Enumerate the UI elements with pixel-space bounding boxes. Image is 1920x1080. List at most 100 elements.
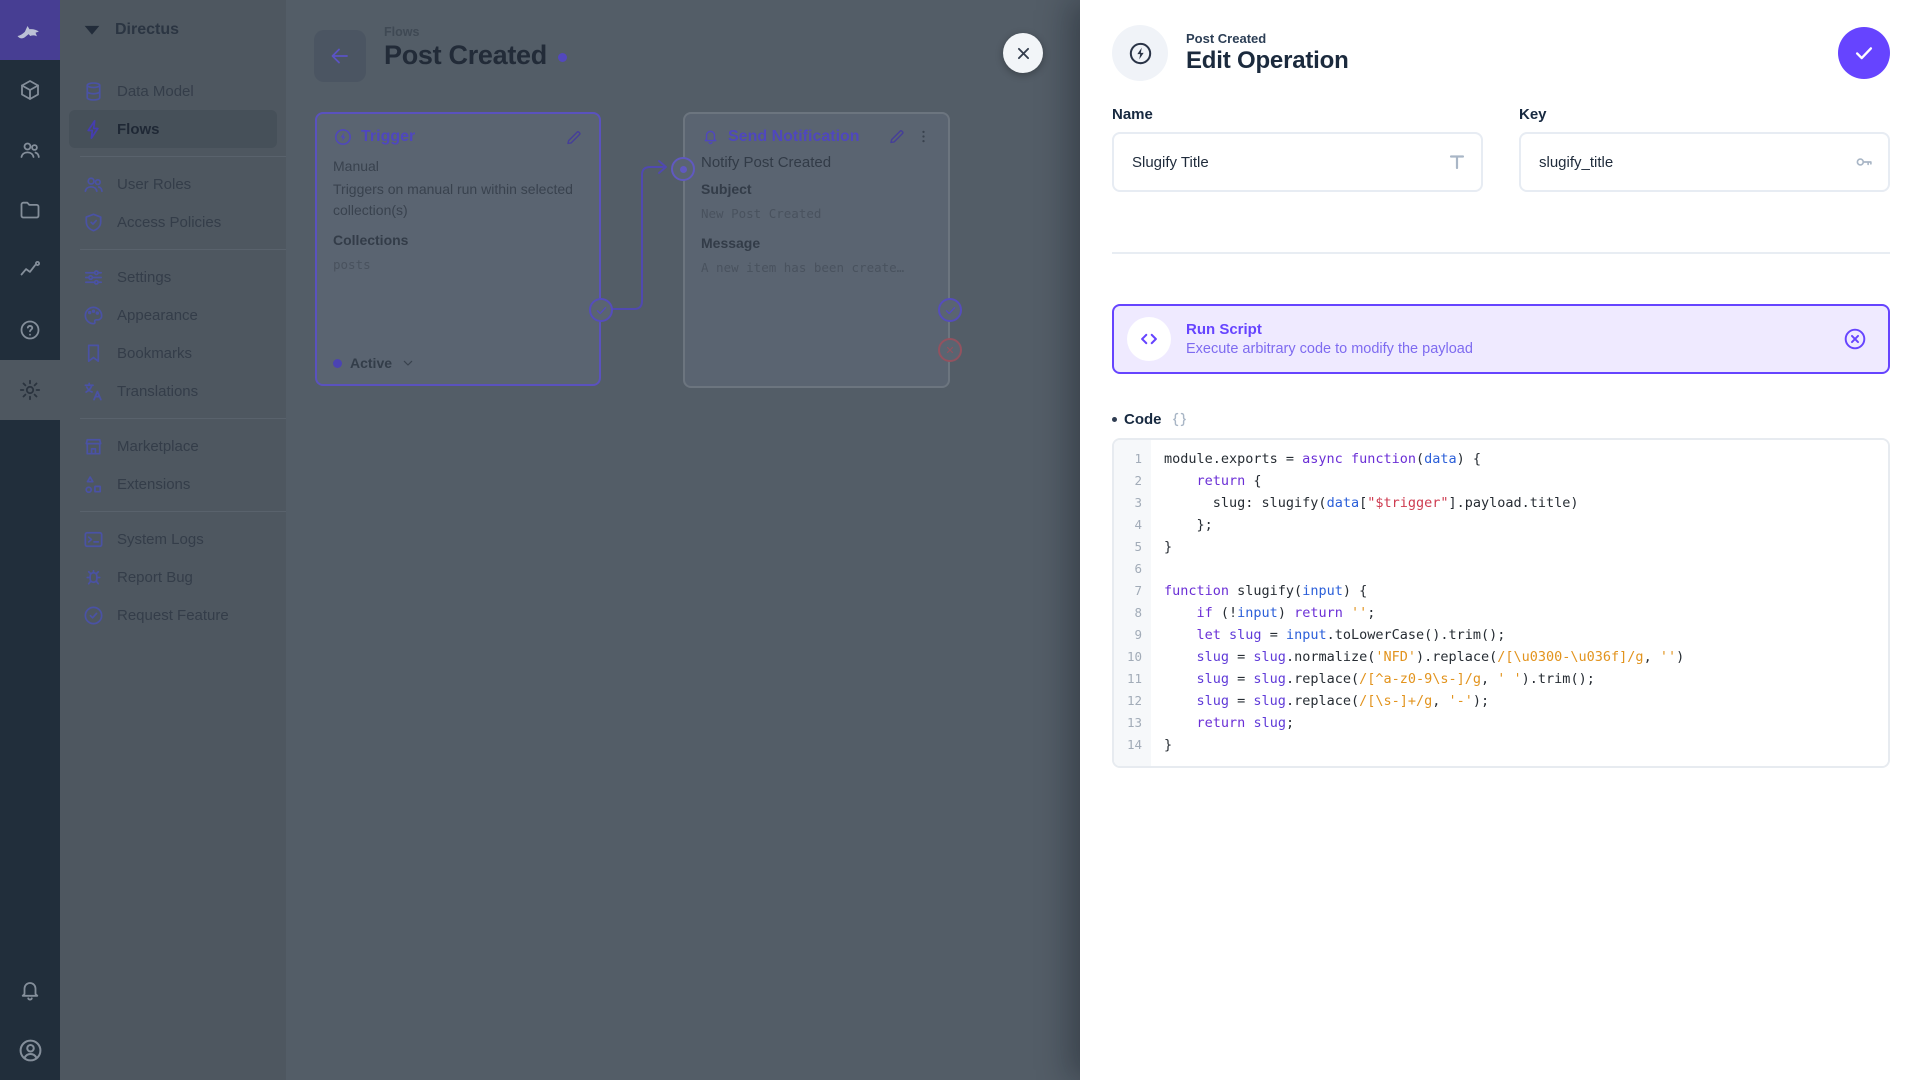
sidebar-item-label: Data Model bbox=[117, 83, 194, 100]
module-bar bbox=[0, 0, 60, 1080]
docs-module[interactable] bbox=[0, 300, 60, 360]
sidebar-item-settings[interactable]: Settings bbox=[69, 258, 277, 296]
module-bar-spacer bbox=[0, 420, 60, 960]
drawer-cancel-button[interactable] bbox=[1003, 33, 1043, 73]
sidebar-item-appearance[interactable]: Appearance bbox=[69, 296, 277, 334]
user-menu-button[interactable] bbox=[0, 1020, 60, 1080]
sidebar-item-label: Request Feature bbox=[117, 607, 229, 624]
sidebar-item-extensions[interactable]: Extensions bbox=[69, 465, 277, 503]
sidebar-item-label: Appearance bbox=[117, 307, 198, 324]
nav-divider bbox=[80, 418, 286, 419]
sidebar-item-marketplace[interactable]: Marketplace bbox=[69, 427, 277, 465]
terminal-icon bbox=[82, 528, 105, 551]
sidebar-item-data-model[interactable]: Data Model bbox=[69, 72, 277, 110]
sidebar-item-request-feature[interactable]: Request Feature bbox=[69, 596, 277, 634]
sidebar-item-translations[interactable]: Translations bbox=[69, 372, 277, 410]
deselect-operation-icon[interactable] bbox=[1842, 326, 1868, 352]
code-line: let slug = input.toLowerCase().trim(); bbox=[1164, 624, 1888, 646]
sidebar-item-label: Settings bbox=[117, 269, 171, 286]
code-brackets-icon bbox=[1138, 328, 1160, 350]
sidebar-item-report-bug[interactable]: Report Bug bbox=[69, 558, 277, 596]
palette-icon bbox=[82, 304, 105, 327]
key-label: Key bbox=[1519, 106, 1890, 123]
name-field: Name bbox=[1112, 106, 1483, 192]
navigation-sidebar: Directus Data Model Flows User Roles Access… bbox=[60, 0, 286, 1080]
sidebar-item-label: Report Bug bbox=[117, 569, 193, 586]
sidebar-item-bookmarks[interactable]: Bookmarks bbox=[69, 334, 277, 372]
directus-logo[interactable] bbox=[0, 0, 60, 60]
save-button[interactable] bbox=[1838, 27, 1890, 79]
content-module[interactable] bbox=[0, 60, 60, 120]
insights-module[interactable] bbox=[0, 240, 60, 300]
trigger-description: Triggers on manual run within selected c… bbox=[333, 179, 583, 221]
sidebar-item-label: Access Policies bbox=[117, 214, 221, 231]
collections-label: Collections bbox=[333, 230, 583, 251]
operation-reject-port[interactable] bbox=[938, 338, 962, 362]
operation-name: Notify Post Created bbox=[701, 152, 932, 173]
settings-module[interactable] bbox=[0, 360, 60, 420]
code-line: slug = slug.normalize('NFD').replace(/[\… bbox=[1164, 646, 1888, 668]
user-roles-icon bbox=[82, 173, 105, 196]
sidebar-item-label: Marketplace bbox=[117, 438, 199, 455]
drawer-breadcrumb: Post Created bbox=[1186, 31, 1349, 46]
code-content[interactable]: module.exports = async function(data) { … bbox=[1151, 440, 1888, 766]
section-divider bbox=[1112, 252, 1890, 254]
breadcrumb[interactable]: Flows bbox=[384, 25, 419, 39]
operation-input-port[interactable] bbox=[671, 157, 695, 181]
operation-menu-icon[interactable] bbox=[915, 128, 932, 145]
operation-panel[interactable]: Send Notification Notify Post Created Su… bbox=[683, 112, 950, 388]
message-value: A new item has been create… bbox=[701, 257, 932, 278]
drawer-title: Edit Operation bbox=[1186, 47, 1349, 75]
name-input[interactable] bbox=[1112, 132, 1483, 192]
operation-resolve-port[interactable] bbox=[938, 298, 962, 322]
notifications-button[interactable] bbox=[0, 960, 60, 1020]
extensions-icon bbox=[82, 473, 105, 496]
sidebar-item-flows[interactable]: Flows bbox=[69, 110, 277, 148]
edit-operation-icon[interactable] bbox=[887, 127, 906, 146]
bug-icon bbox=[82, 566, 105, 589]
people-icon bbox=[18, 138, 42, 162]
status-dot bbox=[333, 359, 342, 368]
x-icon bbox=[944, 344, 956, 356]
trigger-panel[interactable]: Trigger Manual Triggers on manual run wi… bbox=[315, 112, 601, 386]
raw-value-icon bbox=[1170, 410, 1189, 429]
code-editor[interactable]: 1234567891011121314 module.exports = asy… bbox=[1112, 438, 1890, 768]
collections-value: posts bbox=[333, 254, 583, 275]
users-module[interactable] bbox=[0, 120, 60, 180]
code-line: slug = slug.replace(/[^a-z0-9\s-]/g, ' '… bbox=[1164, 668, 1888, 690]
database-icon bbox=[82, 80, 105, 103]
help-icon bbox=[18, 318, 42, 342]
sidebar-item-label: Flows bbox=[117, 121, 160, 138]
project-header[interactable]: Directus bbox=[60, 0, 286, 60]
message-label: Message bbox=[701, 233, 932, 254]
insights-icon bbox=[18, 258, 42, 282]
box-icon bbox=[18, 78, 42, 102]
drawer-header: Post Created Edit Operation bbox=[1112, 24, 1890, 82]
code-line: }; bbox=[1164, 514, 1888, 536]
check-icon bbox=[1853, 42, 1875, 64]
operation-type-chip bbox=[1112, 25, 1168, 81]
operation-type-card[interactable]: Run Script Execute arbitrary code to mod… bbox=[1112, 304, 1890, 374]
nav-divider bbox=[80, 511, 286, 512]
back-button[interactable] bbox=[314, 30, 366, 82]
edit-trigger-icon[interactable] bbox=[564, 128, 583, 147]
sidebar-item-system-logs[interactable]: System Logs bbox=[69, 520, 277, 558]
trigger-type: Manual bbox=[333, 156, 583, 177]
sidebar-item-label: Bookmarks bbox=[117, 345, 192, 362]
trigger-resolve-port[interactable] bbox=[589, 298, 613, 322]
code-line: if (!input) return ''; bbox=[1164, 602, 1888, 624]
sidebar-item-user-roles[interactable]: User Roles bbox=[69, 165, 277, 203]
chevron-down-icon bbox=[400, 355, 416, 371]
bolt-icon bbox=[82, 118, 105, 141]
name-label: Name bbox=[1112, 106, 1483, 123]
sidebar-item-label: User Roles bbox=[117, 176, 191, 193]
code-icon-circle bbox=[1127, 317, 1171, 361]
files-module[interactable] bbox=[0, 180, 60, 240]
flow-status-toggle[interactable]: Active bbox=[333, 355, 416, 371]
rabbit-logo-icon bbox=[15, 15, 45, 45]
key-icon bbox=[1853, 151, 1875, 173]
nav-divider bbox=[80, 156, 286, 157]
key-input[interactable] bbox=[1519, 132, 1890, 192]
sidebar-item-access-policies[interactable]: Access Policies bbox=[69, 203, 277, 241]
code-line: slug = slug.replace(/[\s-]+/g, '-'); bbox=[1164, 690, 1888, 712]
